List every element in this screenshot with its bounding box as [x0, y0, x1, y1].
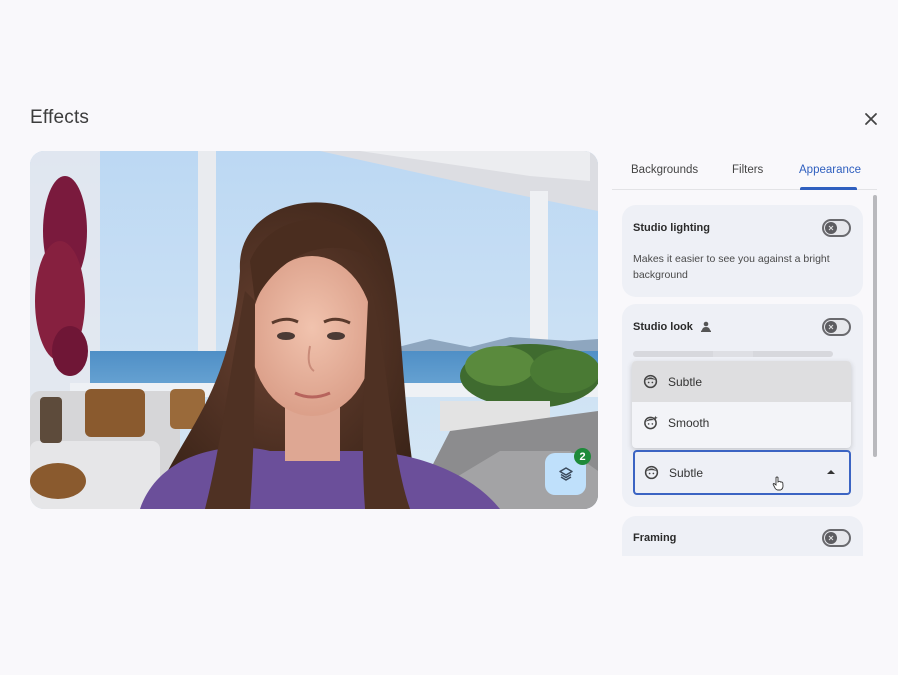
active-tab-indicator [800, 187, 857, 190]
close-button[interactable] [858, 106, 884, 132]
chevron-up-icon [827, 470, 835, 474]
toggle-off-icon [828, 324, 834, 330]
applied-effects-count-badge: 2 [574, 448, 591, 465]
layers-icon [558, 467, 573, 481]
effects-tabs: Backgrounds Filters Appearance [612, 150, 877, 190]
face-icon [643, 374, 658, 389]
framing-card: Framing [622, 516, 863, 556]
studio-look-dropdown-menu: Subtle Smooth [632, 361, 851, 448]
effects-dialog: Effects 2 Backgrounds Filters Appearance… [0, 0, 898, 675]
studio-look-title: Studio look [633, 321, 693, 333]
toggle-off-icon [828, 535, 834, 541]
camera-preview: 2 [30, 151, 598, 509]
select-value: Subtle [669, 465, 704, 480]
hand-cursor-icon [772, 476, 784, 491]
dropdown-option-smooth[interactable]: Smooth [632, 402, 851, 443]
studio-lighting-title: Studio lighting [633, 222, 710, 234]
studio-look-description-obscured [633, 351, 833, 357]
studio-lighting-card: Studio lighting Makes it easier to see y… [622, 205, 863, 297]
framing-title: Framing [633, 532, 677, 544]
panel-scrollbar[interactable] [873, 195, 877, 457]
face-icon [644, 465, 659, 480]
preview-image [30, 151, 598, 509]
studio-look-title-row: Studio look [633, 321, 711, 333]
studio-look-style-select[interactable]: Subtle [633, 450, 851, 495]
tab-appearance[interactable]: Appearance [799, 164, 861, 176]
studio-lighting-description: Makes it easier to see you against a bri… [633, 253, 830, 281]
person-icon [700, 321, 711, 332]
studio-look-toggle[interactable] [822, 318, 851, 336]
toggle-off-icon [828, 225, 834, 231]
dropdown-option-label: Subtle [668, 374, 703, 389]
dialog-title: Effects [30, 107, 90, 128]
framing-toggle[interactable] [822, 529, 851, 547]
studio-lighting-toggle[interactable] [822, 219, 851, 237]
dropdown-option-subtle[interactable]: Subtle [632, 361, 851, 402]
close-icon [865, 113, 877, 125]
tab-backgrounds[interactable]: Backgrounds [631, 164, 698, 176]
dropdown-option-label: Smooth [668, 415, 710, 430]
face-sparkle-icon [644, 415, 658, 430]
tab-filters[interactable]: Filters [732, 164, 763, 176]
